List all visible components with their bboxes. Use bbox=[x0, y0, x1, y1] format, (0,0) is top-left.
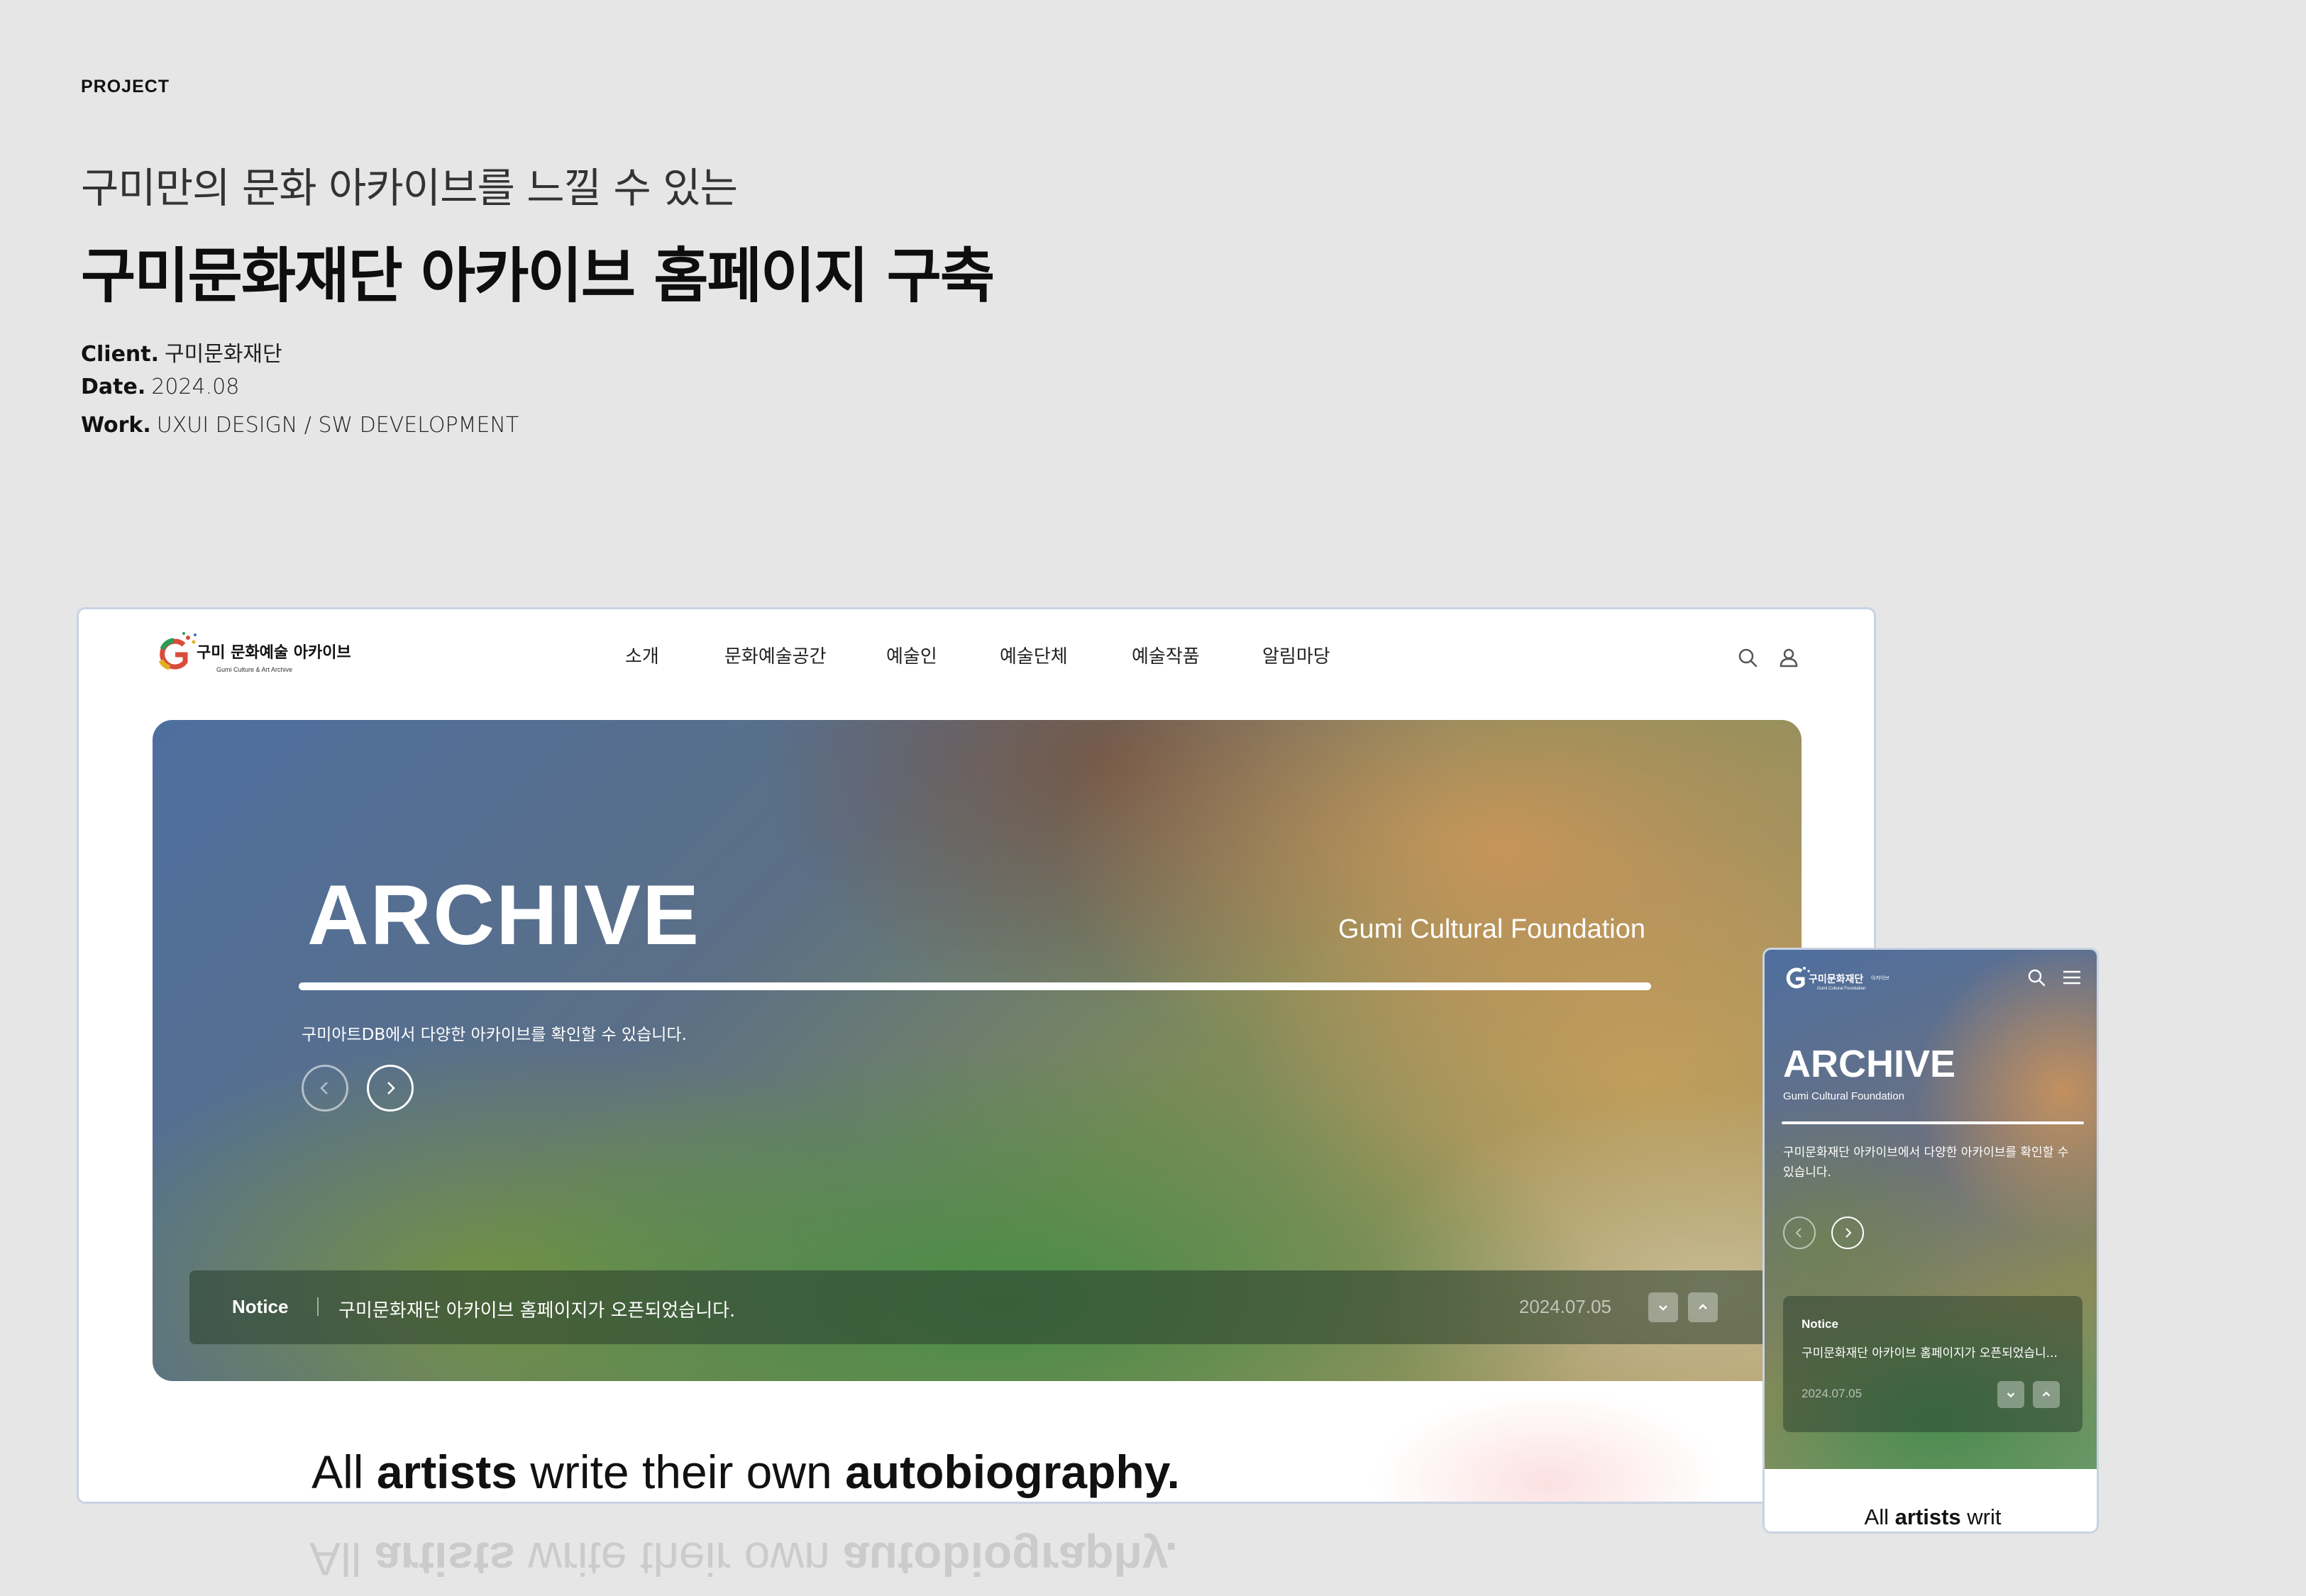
mobile-logo-tag: 아카이브 bbox=[1871, 975, 1890, 981]
chevron-down-icon bbox=[1659, 1305, 1667, 1311]
meta-client: Client. 구미문화재단 bbox=[81, 336, 282, 367]
nav-item-artworks[interactable]: 예술작품 bbox=[1132, 642, 1200, 668]
desktop-mockup: 구미 문화예술 아카이브 Gumi Culture & Art Archive … bbox=[77, 607, 1876, 1504]
meta-date-key: Date. bbox=[81, 375, 146, 399]
nav-item-intro[interactable]: 소개 bbox=[625, 642, 659, 668]
mobile-notice-date: 2024.07.05 bbox=[1802, 1387, 1863, 1400]
notice-date: 2024.07.05 bbox=[1518, 1296, 1611, 1317]
mobile-logo-mark-icon: 구미문화재단 아카이브 Gumi Cultural Foundation bbox=[1786, 967, 1890, 991]
notice-label: Notice bbox=[232, 1296, 289, 1317]
mobile-notice-next-button[interactable] bbox=[1997, 1381, 2024, 1408]
chevron-up-icon bbox=[2042, 1391, 2051, 1397]
notice-prev-button[interactable] bbox=[1688, 1292, 1718, 1322]
mobile-notice-prev-button[interactable] bbox=[2033, 1381, 2060, 1408]
notice-divider bbox=[317, 1297, 319, 1316]
hero-tagline: Gumi Cultural Foundation bbox=[1338, 914, 1645, 944]
user-icon[interactable] bbox=[1777, 646, 1800, 669]
mobile-hero-description: 구미문화재단 아카이브에서 다양한 아카이브를 확인할 수 있습니다. bbox=[1783, 1146, 2069, 1180]
motto-text: All artists write their own autobiograph… bbox=[311, 1446, 1180, 1498]
meta-client-value: 구미문화재단 bbox=[165, 342, 282, 367]
mobile-motto-text: All artists writ bbox=[1864, 1504, 2002, 1529]
chevron-left-icon bbox=[320, 1082, 328, 1095]
meta-date: Date. 2024.08 bbox=[81, 375, 239, 399]
mobile-search-icon[interactable] bbox=[2026, 967, 2047, 988]
search-icon[interactable] bbox=[1736, 646, 1759, 669]
mobile-logo-name: 구미문화재단 bbox=[1809, 973, 1863, 985]
meta-work-key: Work. bbox=[81, 413, 151, 438]
project-subtitle: 구미만의 문화 아카이브를 느낄 수 있는 bbox=[81, 164, 738, 212]
mobile-hero-progress-bar bbox=[1782, 1121, 2084, 1124]
main-nav: 소개 문화예술공간 예술인 예술단체 예술작품 알림마당 bbox=[79, 642, 1874, 670]
mobile-logo-sub: Gumi Cultural Foundation bbox=[1817, 987, 1865, 991]
hero-description: 구미아트DB에서 다양한 아카이브를 확인할 수 있습니다. bbox=[302, 1026, 687, 1044]
meta-work-value: UXUI DESIGN / SW DEVELOPMENT bbox=[156, 413, 519, 438]
nav-item-culture-space[interactable]: 문화예술공간 bbox=[724, 642, 827, 668]
chevron-left-icon bbox=[1795, 1228, 1802, 1238]
meta-date-value: 2024.08 bbox=[151, 375, 240, 399]
menu-icon[interactable] bbox=[2061, 967, 2082, 988]
nav-item-notice-board[interactable]: 알림마당 bbox=[1262, 642, 1330, 668]
mobile-hero-title: ARCHIVE bbox=[1783, 1043, 1956, 1085]
decorative-glow bbox=[1370, 1390, 1725, 1502]
chevron-right-icon bbox=[1846, 1228, 1852, 1238]
notice-text[interactable]: 구미문화재단 아카이브 홈페이지가 오픈되었습니다. bbox=[338, 1296, 735, 1322]
mobile-hero-next-button[interactable] bbox=[1831, 1217, 1864, 1249]
nav-item-artists[interactable]: 예술인 bbox=[886, 642, 937, 668]
mobile-hero-banner: 구미문화재단 아카이브 Gumi Cultural Foundation ARC… bbox=[1765, 950, 2097, 1469]
hero-prev-button[interactable] bbox=[302, 1065, 348, 1112]
chevron-right-icon bbox=[387, 1082, 395, 1095]
mobile-hero-prev-button[interactable] bbox=[1783, 1217, 1816, 1249]
notice-next-button[interactable] bbox=[1648, 1292, 1678, 1322]
hero-banner: ARCHIVE Gumi Cultural Foundation 구미아트DB에… bbox=[153, 720, 1802, 1381]
mobile-notice-label: Notice bbox=[1802, 1317, 1838, 1331]
mobile-notice-text[interactable]: 구미문화재단 아카이브 홈페이지가 오픈되었습니... bbox=[1802, 1343, 2058, 1361]
meta-client-key: Client. bbox=[81, 342, 160, 367]
chevron-up-icon bbox=[1699, 1304, 1707, 1309]
hero-title: ARCHIVE bbox=[307, 868, 701, 963]
hero-progress-bar bbox=[299, 982, 1651, 990]
chevron-down-icon bbox=[2007, 1392, 2015, 1398]
project-label: PROJECT bbox=[81, 77, 170, 96]
motto-reflection: All artists write their own autobiograph… bbox=[309, 1533, 1178, 1585]
meta-work: Work. UXUI DESIGN / SW DEVELOPMENT bbox=[81, 413, 519, 438]
mobile-hero-tagline: Gumi Cultural Foundation bbox=[1783, 1090, 1904, 1102]
hero-next-button[interactable] bbox=[367, 1065, 414, 1112]
mobile-site-logo[interactable]: 구미문화재단 아카이브 Gumi Cultural Foundation bbox=[1782, 963, 1895, 994]
mobile-notice-card: Notice 구미문화재단 아카이브 홈페이지가 오픈되었습니... 2024.… bbox=[1783, 1296, 2082, 1432]
mobile-mockup: 구미문화재단 아카이브 Gumi Cultural Foundation ARC… bbox=[1762, 948, 2099, 1534]
notice-bar: Notice 구미문화재단 아카이브 홈페이지가 오픈되었습니다. 2024.0… bbox=[189, 1270, 1769, 1344]
project-title: 구미문화재단 아카이브 홈페이지 구축 bbox=[81, 241, 995, 311]
nav-item-art-groups[interactable]: 예술단체 bbox=[1000, 642, 1068, 668]
